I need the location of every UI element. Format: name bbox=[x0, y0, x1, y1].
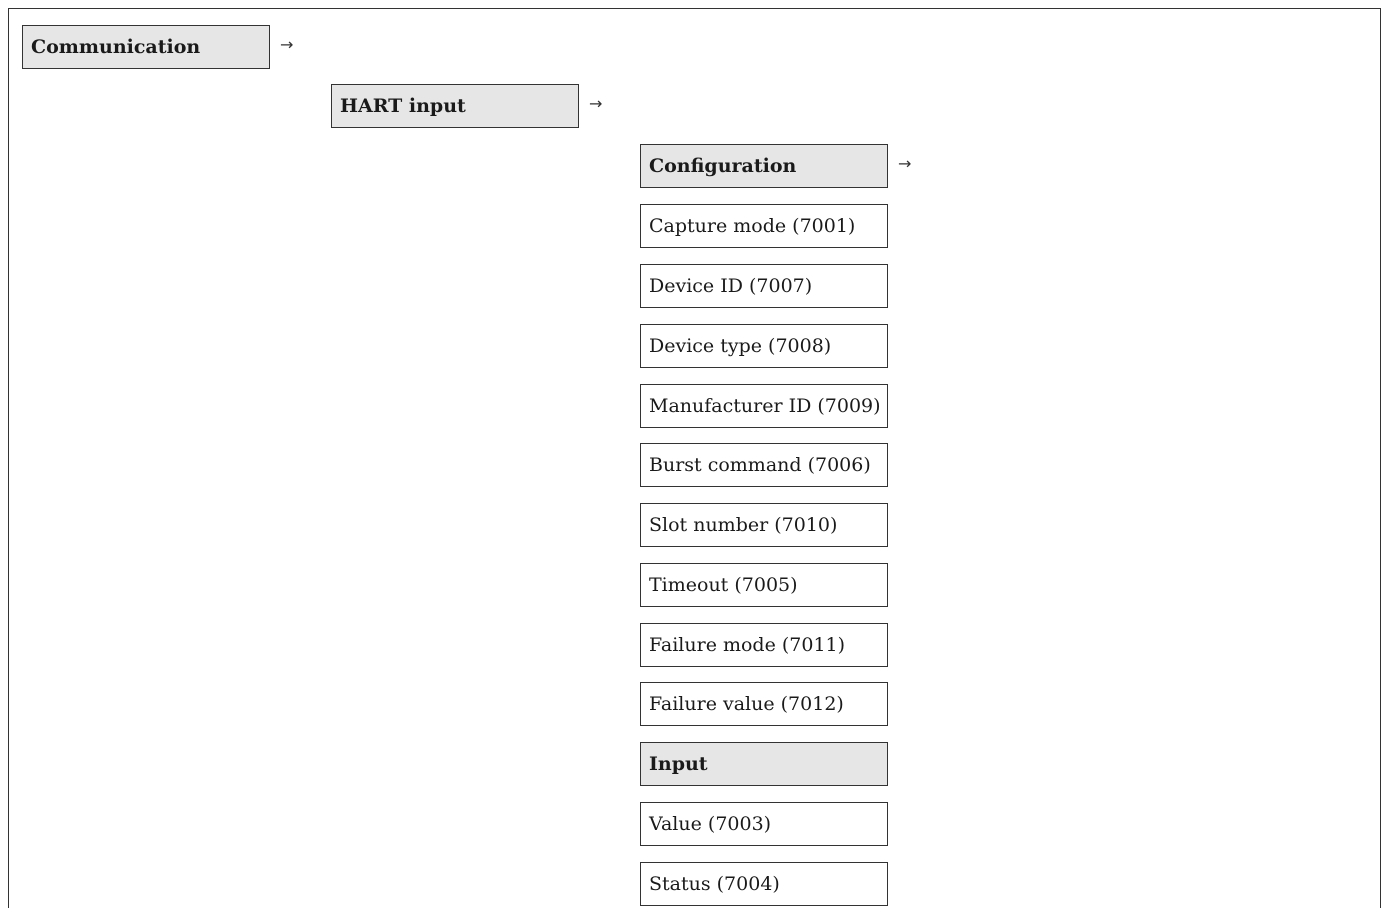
arrow-right-icon: → bbox=[589, 94, 603, 113]
param-capture-mode[interactable]: Capture mode (7001) bbox=[640, 204, 888, 248]
param-status[interactable]: Status (7004) bbox=[640, 862, 888, 906]
param-failure-mode[interactable]: Failure mode (7011) bbox=[640, 623, 888, 667]
submenu-hart-input[interactable]: HART input bbox=[331, 84, 579, 128]
arrow-right-icon: → bbox=[898, 154, 912, 173]
param-manufacturer-id[interactable]: Manufacturer ID (7009) bbox=[640, 384, 888, 428]
param-burst-command[interactable]: Burst command (7006) bbox=[640, 443, 888, 487]
menu-communication[interactable]: Communication bbox=[22, 25, 270, 69]
param-slot-number[interactable]: Slot number (7010) bbox=[640, 503, 888, 547]
param-device-id[interactable]: Device ID (7007) bbox=[640, 264, 888, 308]
arrow-right-icon: → bbox=[280, 35, 294, 54]
submenu-configuration[interactable]: Configuration bbox=[640, 144, 888, 188]
submenu-input[interactable]: Input bbox=[640, 742, 888, 786]
param-value[interactable]: Value (7003) bbox=[640, 802, 888, 846]
param-failure-value[interactable]: Failure value (7012) bbox=[640, 682, 888, 726]
param-device-type[interactable]: Device type (7008) bbox=[640, 324, 888, 368]
param-timeout[interactable]: Timeout (7005) bbox=[640, 563, 888, 607]
